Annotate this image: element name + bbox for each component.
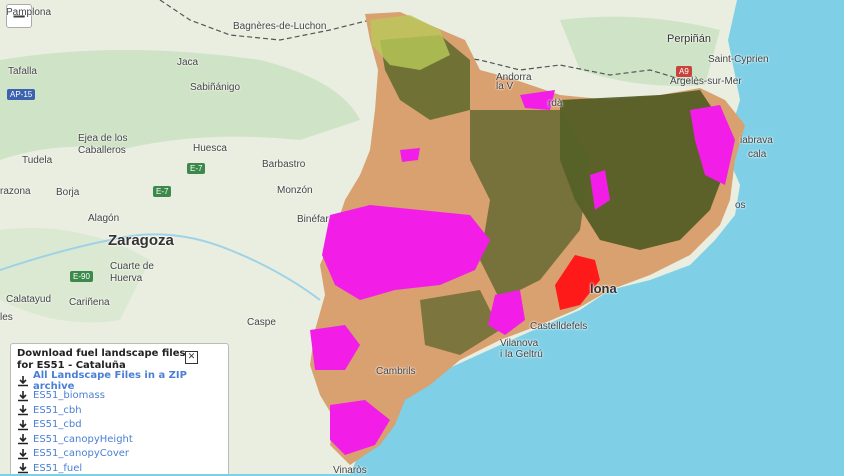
label-tossa: os (735, 200, 746, 211)
road-ap15: AP-15 (7, 89, 36, 100)
label-castelldefels: Castelldefels (530, 321, 588, 332)
label-bagneres: Bagnères-de-Luchon (233, 21, 327, 32)
label-huesca: Huesca (193, 143, 227, 154)
download-canopy-height-link[interactable]: ES51_canopyHeight (17, 432, 222, 447)
label-siles: les (0, 312, 13, 323)
label-jaca: Jaca (177, 57, 199, 68)
close-icon[interactable]: ✕ (185, 351, 198, 364)
label-cambrils: Cambrils (376, 366, 416, 377)
label-carinena: Cariñena (69, 297, 110, 308)
download-item-label[interactable]: ES51_canopyHeight (33, 434, 133, 445)
label-cuarte: Cuarte de Huerva (110, 261, 154, 284)
road-e7-a: E-7 (187, 163, 206, 174)
download-item-label[interactable]: ES51_fuel (33, 463, 82, 474)
download-fuel-link[interactable]: ES51_fuel (17, 461, 222, 476)
label-figueres: iabrava (740, 135, 773, 146)
download-icon (18, 405, 28, 416)
fuel-magenta-mid (400, 148, 420, 162)
label-sabinanigo: Sabiñánigo (190, 82, 241, 93)
download-icon (18, 376, 28, 387)
download-item-label[interactable]: ES51_cbh (33, 405, 82, 416)
download-icon (18, 390, 28, 402)
label-calatayud: Calatayud (6, 294, 52, 305)
label-saint-cyprien: Saint-Cyprien (708, 54, 769, 65)
label-vinaros: Vinaròs (333, 465, 367, 476)
label-tafalla: Tafalla (8, 66, 37, 77)
download-item-label[interactable]: ES51_canopyCover (33, 448, 129, 459)
label-andorra: Andorra la V (496, 72, 532, 92)
label-tudela: Tudela (22, 155, 53, 166)
label-barbastro: Barbastro (262, 159, 306, 170)
label-ejea: Ejea de los Caballeros (78, 133, 128, 156)
download-icon (18, 448, 28, 460)
download-item-label[interactable]: ES51_cbd (33, 419, 82, 430)
label-pamplona: Pamplona (6, 7, 52, 18)
label-argeles: Argelès-sur-Mer (670, 76, 742, 87)
road-e90: E-90 (70, 271, 93, 282)
download-cbh-link[interactable]: ES51_cbh (17, 403, 222, 418)
panel-title: Download fuel landscape files for ES51 -… (17, 348, 186, 371)
download-panel: Download fuel landscape files for ES51 -… (10, 343, 229, 474)
download-cbd-link[interactable]: ES51_cbd (17, 418, 222, 433)
download-icon (18, 419, 28, 431)
label-monzon: Monzón (277, 185, 313, 196)
label-alagon: Alagón (88, 213, 120, 224)
label-caspe: Caspe (247, 317, 276, 328)
label-zaragoza: Zaragoza (108, 232, 174, 249)
download-canopy-cover-link[interactable]: ES51_canopyCover (17, 447, 222, 462)
label-urgell: rdà (548, 98, 563, 109)
download-zip-link[interactable]: All Landscape Files in a ZIP archive (17, 370, 222, 392)
download-icon (18, 463, 28, 474)
download-icon (18, 434, 28, 445)
label-tarazona: razona (0, 186, 31, 197)
label-barcelona: lona (590, 281, 617, 296)
label-escala: cala (748, 149, 767, 160)
download-item-label[interactable]: All Landscape Files in a ZIP archive (33, 370, 222, 392)
label-vilanova: Vilanova i la Geltrú (500, 338, 543, 360)
label-borja: Borja (56, 187, 80, 198)
label-binefar: Binéfar (297, 214, 329, 225)
download-item-label[interactable]: ES51_biomass (33, 390, 105, 401)
road-e7-b: E-7 (153, 186, 172, 197)
road-a9: A9 (676, 66, 692, 77)
label-perpignan: Perpiñán (667, 33, 712, 45)
